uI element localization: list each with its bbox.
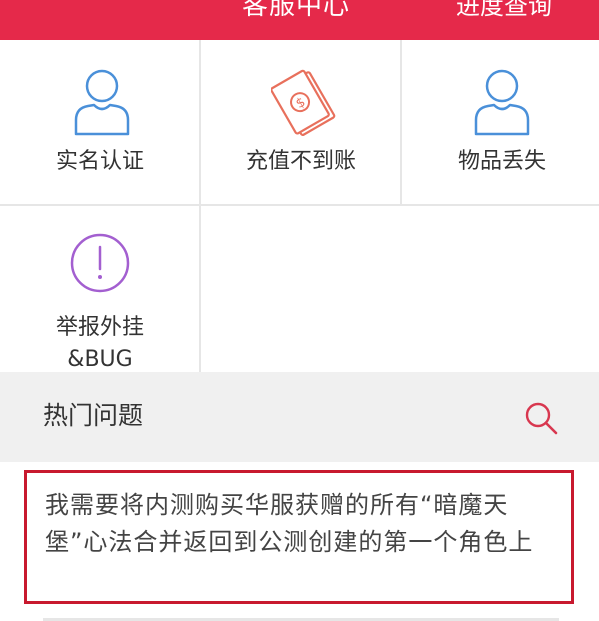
search-icon[interactable] <box>523 400 559 436</box>
hot-questions-header: 热门问题 <box>0 372 599 462</box>
service-recharge-missing[interactable]: $ 充值不到账 <box>201 40 400 204</box>
service-label: 物品丢失 <box>457 149 546 174</box>
service-real-name-verification[interactable]: 实名认证 <box>0 40 199 204</box>
service-label: 实名认证 <box>55 149 144 174</box>
service-label: 举报外挂 <box>55 315 144 340</box>
service-grid: 实名认证 $ 充值不到账 物品丢失 举报外挂 &BUG <box>0 40 599 372</box>
user-icon <box>74 69 130 136</box>
hot-question-item[interactable]: 我需要将内测购买华服获赠的所有“暗魔天堡”心法合并返回到公测创建的第一个角色上 <box>24 470 574 604</box>
service-report-cheat-bug[interactable]: 举报外挂 &BUG <box>0 206 199 372</box>
user-icon <box>474 69 530 136</box>
question-text: 我需要将内测购买华服获赠的所有“暗魔天堡”心法合并返回到公测创建的第一个角色上 <box>45 491 534 556</box>
hot-questions-title: 热门问题 <box>43 401 144 430</box>
service-item-lost[interactable]: 物品丢失 <box>402 40 599 204</box>
service-label: 充值不到账 <box>245 149 356 174</box>
app-header: 客服中心 进度查询 <box>0 0 599 40</box>
progress-query-link[interactable]: 进度查询 <box>456 0 552 26</box>
page-title: 客服中心 <box>242 0 351 21</box>
money-card-icon: $ <box>271 69 336 136</box>
exclamation-icon <box>70 233 130 293</box>
